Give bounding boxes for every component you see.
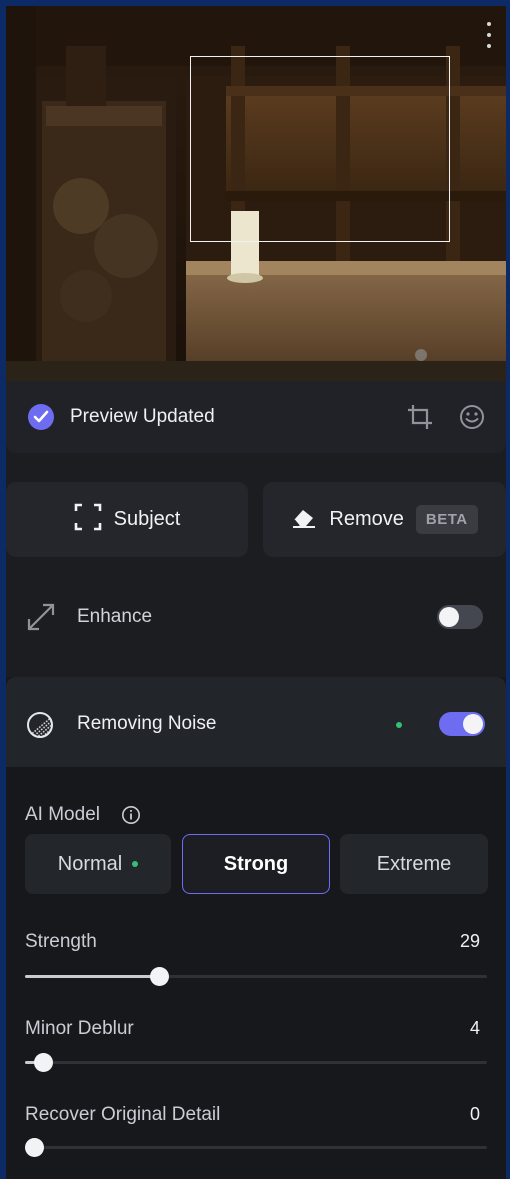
strength-thumb[interactable] [149,967,169,986]
more-vertical-icon[interactable] [484,22,494,56]
noise-toggle[interactable] [439,712,485,736]
noise-header: Removing Noise [6,677,506,767]
noise-status-dot [396,722,402,728]
status-text: Preview Updated [70,406,215,427]
strength-value: 29 [459,931,480,951]
enhance-arrows-icon [25,601,57,638]
model-extreme-label: Extreme [376,852,452,875]
strength-slider[interactable] [25,967,487,986]
recover-detail-slider[interactable] [25,1138,487,1157]
eraser-icon [291,506,317,533]
strength-label: Strength [25,931,97,952]
subject-button[interactable]: Subject [6,482,248,557]
model-normal-label: Normal [57,852,123,875]
model-strong-label: Strong [223,852,289,875]
minor-deblur-slider[interactable] [25,1053,487,1072]
hint-dot-icon [415,349,427,361]
minor-deblur-label: Minor Deblur [25,1018,134,1039]
beta-badge: BETA [415,505,478,534]
crop-selection-box[interactable] [190,56,450,242]
enhance-label: Enhance [77,606,153,627]
noise-icon [25,710,55,745]
model-normal-dot [132,861,139,867]
crop-icon[interactable] [406,403,434,431]
preview-status-bar: Preview Updated [6,381,506,453]
check-circle-icon [28,404,54,430]
remove-button[interactable]: Remove BETA [263,482,506,557]
ai-model-label: AI Model [25,804,100,825]
minor-deblur-value: 4 [469,1018,480,1038]
minor-deblur-thumb[interactable] [34,1053,54,1072]
remove-label: Remove [329,508,404,530]
smiley-icon[interactable] [458,403,486,431]
subject-label: Subject [113,508,181,530]
recover-detail-thumb[interactable] [25,1138,44,1157]
noise-label: Removing Noise [77,713,217,734]
info-icon[interactable] [121,805,141,830]
model-extreme-button[interactable]: Extreme [340,834,488,894]
app-panel: Preview Updated Subject Remove BETA Enha… [6,6,506,1179]
subject-select-icon [74,503,102,536]
model-normal-button[interactable]: Normal [25,834,171,894]
strength-fill [25,975,159,978]
recover-detail-value: 0 [469,1104,480,1124]
model-strong-button[interactable]: Strong [182,834,330,894]
enhance-toggle[interactable] [437,605,483,629]
image-preview[interactable] [6,6,506,381]
recover-detail-label: Recover Original Detail [25,1104,221,1125]
noise-panel: Removing Noise AI Model Normal Strong Ex… [6,677,506,1179]
